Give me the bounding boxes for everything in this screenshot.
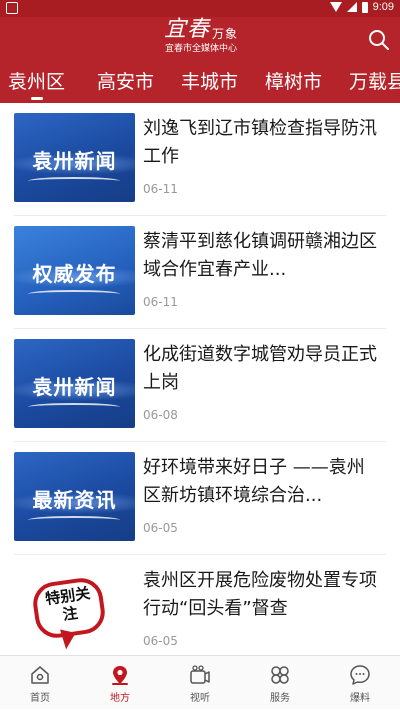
- news-date: 06-11: [143, 182, 178, 196]
- nav-video[interactable]: 视听: [160, 656, 240, 710]
- tab-gaoan[interactable]: 高安市: [97, 69, 154, 99]
- wifi-icon: [329, 2, 342, 12]
- tab-yuanzhou[interactable]: 袁州区: [8, 69, 65, 100]
- bottom-nav: 首页 地方 视听 服务 爆料: [0, 655, 400, 709]
- news-date: 06-08: [143, 408, 178, 422]
- nav-label: 视听: [190, 693, 210, 704]
- news-title: 刘逸飞到辽市镇检查指导防汛工作: [143, 118, 377, 167]
- list-item[interactable]: 权威发布 蔡清平到慈化镇调研赣湘边区域合作宜春产业... 06-11: [14, 216, 386, 329]
- nav-home[interactable]: 首页: [0, 656, 80, 710]
- search-icon[interactable]: [368, 29, 390, 51]
- thumbnail-label: 权威发布: [32, 262, 117, 286]
- nav-label: 爆料: [350, 693, 370, 704]
- list-item[interactable]: 最新资讯 好环境带来好日子 ——袁州区新坊镇环境综合治... 06-05: [14, 442, 386, 555]
- location-icon: [112, 666, 128, 685]
- status-time: 9:09: [372, 1, 394, 13]
- logo-subtitle: 宜春市全媒体中心: [164, 44, 237, 54]
- channel-tabs: 袁州区 高安市 丰城市 樟树市 万载县: [0, 63, 400, 103]
- thumbnail-label: 袁卅新闻: [32, 375, 117, 399]
- tab-wanzai[interactable]: 万载县: [349, 69, 400, 99]
- news-date: 06-05: [143, 634, 178, 648]
- news-title: 化成街道数字城管劝导员正式上岗: [143, 344, 377, 393]
- news-thumbnail: 袁卅新闻: [14, 113, 135, 202]
- battery-icon: [361, 1, 368, 13]
- signal-icon: [346, 2, 357, 12]
- nav-local[interactable]: 地方: [80, 656, 160, 710]
- thumbnail-label: 袁卅新闻: [32, 149, 117, 173]
- news-title: 好环境带来好日子 ——袁州区新坊镇环境综合治...: [143, 457, 365, 506]
- service-icon: [271, 666, 289, 684]
- tab-fengcheng[interactable]: 丰城市: [181, 69, 238, 99]
- status-bar: 9:09: [0, 0, 400, 17]
- logo-main-text: 宜春: [163, 17, 210, 42]
- home-icon: [31, 666, 49, 684]
- list-item[interactable]: 袁卅新闻 刘逸飞到辽市镇检查指导防汛工作 06-11: [14, 103, 386, 216]
- news-title: 蔡清平到慈化镇调研赣湘边区域合作宜春产业...: [143, 231, 377, 280]
- tab-zhangshu[interactable]: 樟树市: [265, 69, 322, 99]
- news-date: 06-05: [143, 521, 178, 535]
- nav-service[interactable]: 服务: [240, 656, 320, 710]
- app-header: 宜春 万象 宜春市全媒体中心: [0, 17, 400, 63]
- news-thumbnail: 权威发布: [14, 226, 135, 315]
- status-icons: 9:09: [329, 1, 394, 13]
- logo-side-text: 万象: [212, 27, 239, 41]
- app-logo: 宜春 万象 宜春市全媒体中心: [160, 19, 242, 59]
- nav-label: 地方: [110, 693, 130, 704]
- nav-report[interactable]: 爆料: [320, 656, 400, 710]
- nav-label: 首页: [30, 693, 50, 704]
- news-date: 06-11: [143, 295, 178, 309]
- notification-icon: [6, 2, 18, 14]
- video-icon: [190, 665, 210, 684]
- news-thumbnail: 特别关注: [14, 565, 135, 654]
- thumbnail-label: 最新资讯: [32, 488, 117, 512]
- list-item[interactable]: 特别关注 袁州区开展危险废物处置专项行动“回头看”督查 06-05: [14, 555, 386, 655]
- news-thumbnail: 最新资讯: [14, 452, 135, 541]
- news-title: 袁州区开展危险废物处置专项行动“回头看”督查: [143, 570, 377, 619]
- chat-icon: [350, 665, 370, 685]
- news-thumbnail: 袁卅新闻: [14, 339, 135, 428]
- list-item[interactable]: 袁卅新闻 化成街道数字城管劝导员正式上岗 06-08: [14, 329, 386, 442]
- news-list: 袁卅新闻 刘逸飞到辽市镇检查指导防汛工作 06-11 权威发布 蔡清平到慈化镇调…: [0, 103, 400, 655]
- thumbnail-label: 特别关注: [44, 584, 92, 624]
- nav-label: 服务: [270, 693, 290, 704]
